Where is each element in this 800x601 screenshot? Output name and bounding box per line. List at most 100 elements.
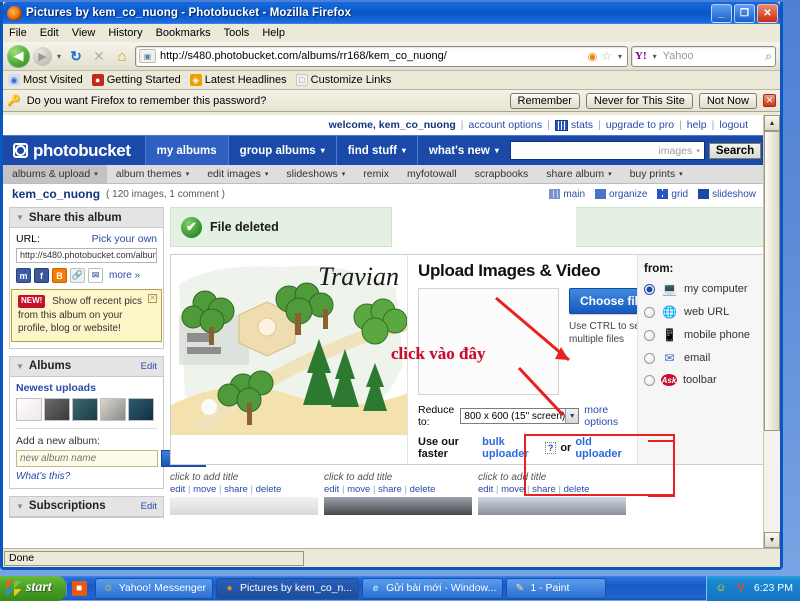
bookmark-most-visited[interactable]: ◉ Most Visited [8,74,83,86]
link-icon[interactable]: 🔗 [70,268,85,283]
vertical-scroll-thumb[interactable] [764,131,780,431]
help-question-icon[interactable]: ? [545,442,557,454]
bookmark-latest-headlines[interactable]: ◈ Latest Headlines [190,74,287,86]
move-link[interactable]: move [193,484,216,495]
nav-my-albums[interactable]: my albums [145,136,228,165]
move-link[interactable]: move [347,484,370,495]
scroll-up-button[interactable]: ▲ [764,115,780,131]
facebook-icon[interactable]: f [34,268,49,283]
share-link[interactable]: share [532,484,556,495]
tray-messenger-icon[interactable]: ☺ [714,581,728,595]
new-album-name-input[interactable] [16,450,158,467]
share-link[interactable]: share [224,484,248,495]
home-icon[interactable]: ⌂ [112,46,132,66]
close-tip-icon[interactable]: ✕ [148,294,157,303]
delete-link[interactable]: delete [256,484,282,495]
more-share-link[interactable]: more » [109,270,140,281]
thumb-title[interactable]: click to add title [170,472,318,483]
tray-app-icon[interactable]: V [734,581,748,595]
search-engine-chevron-icon[interactable]: ▾ [651,52,659,61]
bookmark-customize-links[interactable]: □ Customize Links [296,74,392,86]
thumb-image[interactable] [170,497,318,515]
url-dropdown-icon[interactable]: ▾ [616,52,624,61]
album-name[interactable]: kem_co_nuong [12,187,100,201]
subnav-edit-images[interactable]: edit images ▾ [198,165,277,183]
blogger-icon[interactable]: B [52,268,67,283]
source-option-mobile-phone[interactable]: 📱 mobile phone [644,328,759,342]
bulk-uploader-link[interactable]: bulk uploader [482,436,541,460]
view-grid[interactable]: grid [657,189,688,200]
scroll-down-button[interactable]: ▼ [764,532,780,548]
taskbar-item-firefox[interactable]: ● Pictures by kem_co_n... [216,578,359,599]
delete-link[interactable]: delete [564,484,590,495]
menu-help[interactable]: Help [262,27,285,39]
vertical-scroll-track[interactable] [764,131,780,532]
subscriptions-panel-header[interactable]: ▼ Subscriptions Edit [10,497,163,517]
pick-your-own-link[interactable]: Pick your own [92,233,157,245]
source-option-email[interactable]: ✉ email [644,351,759,365]
stop-icon[interactable]: ✕ [89,46,109,66]
search-input[interactable]: Yahoo [663,50,762,62]
nav-whats-new[interactable]: what's new ▾ [417,136,510,165]
rss-icon[interactable]: ◉ [588,50,598,63]
source-option-toolbar[interactable]: Ask toolbar [644,374,759,386]
bookmark-getting-started[interactable]: ● Getting Started [92,74,181,86]
subnav-remix[interactable]: remix [354,165,398,183]
never-for-this-site-button[interactable]: Never for This Site [586,93,693,109]
album-url-input[interactable]: http://s480.photobucket.com/albun [16,248,157,263]
upgrade-to-pro-link[interactable]: upgrade to pro [606,119,674,131]
remember-password-button[interactable]: Remember [510,93,580,109]
site-search-button[interactable]: Search [709,143,761,159]
vertical-scrollbar[interactable]: ▲ ▼ [763,115,780,548]
help-link[interactable]: help [687,119,707,131]
more-options-link[interactable]: more options [584,404,629,428]
subnav-album-themes[interactable]: album themes ▾ [107,165,198,183]
bookmark-star-icon[interactable]: ☆ [601,49,612,63]
search-bar[interactable]: Y! ▾ Yahoo ⌕ [631,46,776,67]
radio-email[interactable] [644,353,655,364]
logout-link[interactable]: logout [719,119,748,131]
whats-this-link[interactable]: What's this? [16,471,157,482]
myspace-icon[interactable]: m [16,268,31,283]
albums-panel-header[interactable]: ▼ Albums Edit [10,357,163,377]
reload-icon[interactable]: ↻ [66,46,86,66]
close-notification-icon[interactable]: ✕ [763,94,776,107]
stats-link[interactable]: stats [571,119,593,131]
old-uploader-link[interactable]: old uploader [575,436,629,460]
radio-web-url[interactable] [644,307,655,318]
thumb-image[interactable] [324,497,472,515]
collapse-triangle-icon[interactable]: ▼ [16,362,24,371]
menu-edit[interactable]: Edit [40,27,59,39]
source-option-my-computer[interactable]: 💻 my computer [644,282,759,296]
albums-edit-link[interactable]: Edit [141,361,157,372]
menu-view[interactable]: View [72,27,96,39]
thumb-title[interactable]: click to add title [324,472,472,483]
share-link[interactable]: share [378,484,402,495]
thumb-image[interactable] [478,497,626,515]
source-option-web-url[interactable]: 🌐 web URL [644,305,759,319]
newest-uploads-link[interactable]: Newest uploads [16,382,157,394]
subnav-slideshows[interactable]: slideshows ▾ [277,165,354,183]
view-slideshow[interactable]: slideshow [698,189,756,200]
album-thumbnail[interactable] [72,398,98,421]
radio-mobile-phone[interactable] [644,330,655,341]
photobucket-logo[interactable]: photobucket [3,136,145,165]
chevron-down-icon[interactable]: ▾ [55,52,63,61]
edit-link[interactable]: edit [478,484,493,495]
subnav-scrapbooks[interactable]: scrapbooks [466,165,538,183]
thumb-title[interactable]: click to add title [478,472,626,483]
subnav-share-album[interactable]: share album ▾ [537,165,620,183]
radio-toolbar[interactable] [644,375,655,386]
forward-icon[interactable]: ▶ [33,47,52,66]
radio-my-computer[interactable] [644,284,655,295]
menu-file[interactable]: File [9,27,27,39]
album-thumbnail[interactable] [128,398,154,421]
menu-history[interactable]: History [108,27,142,39]
delete-link[interactable]: delete [410,484,436,495]
view-organize[interactable]: organize [595,189,647,200]
close-button[interactable]: ✕ [757,4,778,23]
not-now-button[interactable]: Not Now [699,93,757,109]
account-options-link[interactable]: account options [469,119,543,131]
chevron-down-icon[interactable]: ▼ [565,409,578,423]
url-bar[interactable]: ▣ http://s480.photobucket.com/albums/rr1… [135,46,628,67]
